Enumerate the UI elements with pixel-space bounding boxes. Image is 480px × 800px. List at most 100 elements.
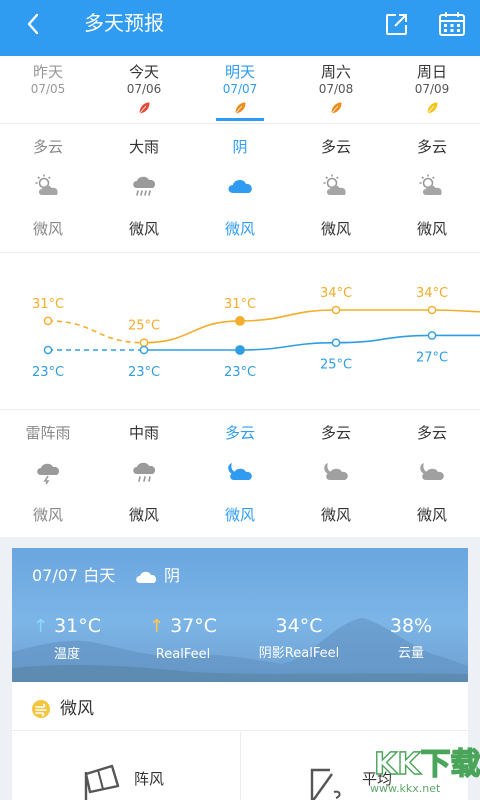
leaf-icon xyxy=(330,101,343,115)
thunderstorm-icon xyxy=(37,463,60,484)
divider xyxy=(240,732,241,800)
condition-label: 多云 xyxy=(416,138,447,156)
day-name: 周日 xyxy=(416,63,447,81)
data-label: 23°C xyxy=(32,365,64,380)
tab-day-4[interactable]: 周日 07/09 xyxy=(384,56,480,124)
day-date: 07/05 xyxy=(30,82,66,96)
stat-label: 阴影RealFeel xyxy=(258,646,340,661)
night-condition-cell: 雷阵雨 微风 xyxy=(0,410,96,538)
data-point xyxy=(139,345,149,355)
wind-label: 微风 xyxy=(128,506,159,524)
active-tab-indicator xyxy=(216,118,264,121)
data-point xyxy=(139,338,149,348)
detail-condition: 阴 xyxy=(164,566,181,585)
wind-section-header: 微风 xyxy=(12,682,468,730)
data-label: 34°C xyxy=(416,286,448,301)
night-condition-cell: 多云 微风 xyxy=(192,410,288,538)
day-tabs: 昨天 07/05 今天 07/06 明天 07/07 周六 07/08 周日 0… xyxy=(0,56,480,124)
arrow-up-icon: ↑ xyxy=(148,616,165,637)
leaf-icon xyxy=(138,101,151,115)
wind-label: 微风 xyxy=(32,506,63,524)
stat-value: 31°C xyxy=(54,615,102,637)
data-point xyxy=(331,338,341,348)
detail-date: 07/07 白天 xyxy=(32,566,116,585)
data-label: 27°C xyxy=(416,350,448,365)
overcast-cloud-icon xyxy=(228,179,252,193)
divider xyxy=(0,252,480,253)
data-label: 25°C xyxy=(128,319,160,334)
day-date: 07/08 xyxy=(318,82,354,96)
condition-label: 多云 xyxy=(224,424,255,442)
day-name: 周六 xyxy=(320,63,351,81)
day-conditions-row: 多云 微风 大雨 微风 阴 微风 多云 微风 多云 微风 xyxy=(0,124,480,252)
stat-realfeel: ↑ 37°C RealFeel xyxy=(128,614,238,663)
wind-label: 微风 xyxy=(416,506,447,524)
condition-label: 雷阵雨 xyxy=(25,424,71,442)
wind-label: 微风 xyxy=(416,220,447,238)
stat-temperature: ↑ 31°C 温度 xyxy=(12,614,122,663)
night-condition-cell: 中雨 微风 xyxy=(96,410,192,538)
day-condition-cell: 大雨 微风 xyxy=(96,124,192,252)
stat-label: 云量 xyxy=(397,646,424,661)
partly-cloudy-moon-icon xyxy=(228,463,252,480)
tab-day-2[interactable]: 明天 07/07 xyxy=(192,56,288,124)
stat-value: 37°C xyxy=(170,615,218,637)
day-name: 昨天 xyxy=(32,63,63,81)
tab-day-3[interactable]: 周六 07/08 xyxy=(288,56,384,124)
stat-cloud-cover: 38% 云量 xyxy=(356,614,466,662)
partly-cloudy-moon-icon xyxy=(324,463,348,480)
stat-label: RealFeel xyxy=(155,647,211,662)
wind-label: 微风 xyxy=(128,220,159,238)
day-condition-cell: 多云 微风 xyxy=(288,124,384,252)
leaf-icon xyxy=(234,101,247,115)
tab-day-0[interactable]: 昨天 07/05 xyxy=(0,56,96,124)
partly-cloudy-sun-icon xyxy=(323,174,346,195)
arrow-up-icon: ↑ xyxy=(32,616,49,637)
day-date: 07/09 xyxy=(414,82,450,96)
day-condition-cell: 多云 微风 xyxy=(384,124,480,252)
calendar-icon[interactable] xyxy=(438,11,466,37)
data-point xyxy=(427,305,437,315)
condition-label: 中雨 xyxy=(128,424,159,442)
data-point xyxy=(331,305,341,315)
detail-banner: 07/07 白天 阴 ↑ 31°C 温度 ↑ 37°C RealFeel 34°… xyxy=(12,548,468,682)
condition-label: 多云 xyxy=(320,424,351,442)
condition-label: 大雨 xyxy=(128,138,159,156)
stat-label: 温度 xyxy=(53,647,80,662)
page-title: 多天预报 xyxy=(84,11,164,35)
rain-icon xyxy=(133,462,156,482)
day-date: 07/07 xyxy=(222,82,258,96)
wind-label: 微风 xyxy=(320,220,351,238)
back-arrow-icon[interactable] xyxy=(22,12,46,36)
night-conditions-row: 雷阵雨 微风 中雨 微风 多云 微风 多云 微风 多云 微风 xyxy=(0,410,480,538)
divider xyxy=(12,730,468,731)
wind-label: 微风 xyxy=(224,506,255,524)
partly-cloudy-moon-icon xyxy=(420,463,444,480)
watermark-logo-text: KK下载 xyxy=(374,747,480,782)
stat-value: 38% xyxy=(389,615,433,637)
partly-cloudy-sun-icon xyxy=(35,174,58,195)
night-condition-cell: 多云 微风 xyxy=(384,410,480,538)
app-header: 多天预报 xyxy=(0,0,480,56)
gust-label: 阵风 xyxy=(134,770,165,788)
data-label: 34°C xyxy=(320,286,352,301)
tab-day-1[interactable]: 今天 07/06 xyxy=(96,56,192,124)
overcast-cloud-icon xyxy=(136,571,157,583)
data-label: 25°C xyxy=(320,358,352,373)
wind-vane-icon xyxy=(310,768,341,800)
data-label: 31°C xyxy=(32,297,64,312)
data-label: 23°C xyxy=(128,365,160,380)
windsock-icon xyxy=(84,764,120,800)
wind-icon xyxy=(32,700,50,718)
wind-label: 微风 xyxy=(224,220,255,238)
data-label: 23°C xyxy=(224,365,256,380)
partly-cloudy-sun-icon xyxy=(419,174,442,195)
day-name: 明天 xyxy=(224,63,255,81)
heavy-rain-icon xyxy=(133,176,156,196)
data-point xyxy=(43,345,53,355)
stat-value: 34°C xyxy=(275,615,323,637)
data-point xyxy=(43,316,53,326)
day-condition-cell: 多云 微风 xyxy=(0,124,96,252)
condition-label: 多云 xyxy=(320,138,351,156)
share-icon[interactable] xyxy=(384,11,410,37)
